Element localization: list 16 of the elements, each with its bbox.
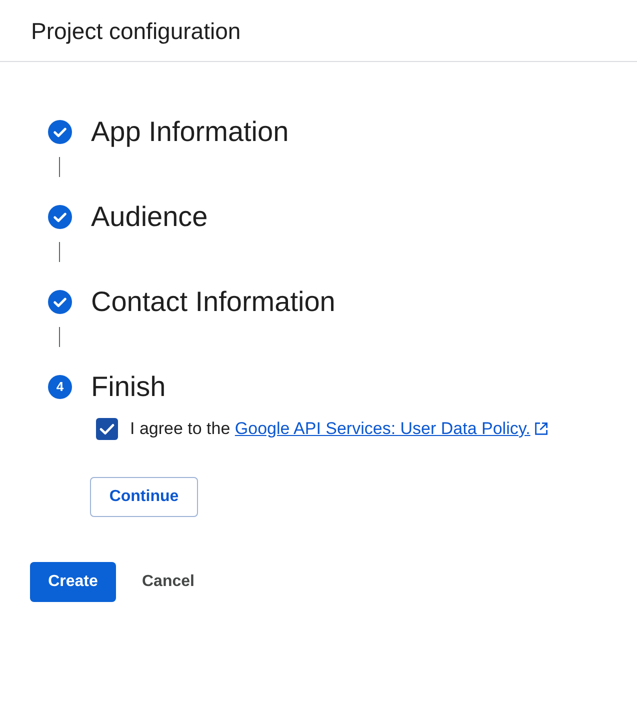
text-button[interactable]: Cancel: [126, 562, 210, 602]
step-title: Audience: [91, 200, 208, 234]
step-number: 4: [48, 375, 72, 399]
step-connector-line: [59, 327, 60, 347]
step-title: Contact Information: [91, 285, 336, 319]
checkbox[interactable]: [96, 418, 118, 440]
page-title: Project configuration: [31, 16, 241, 44]
step-title: Finish: [91, 370, 166, 404]
step-title: App Information: [91, 115, 289, 149]
primary-button[interactable]: Create: [30, 562, 116, 602]
step-connector-line: [59, 242, 60, 262]
step-connector-line: [59, 157, 60, 177]
agreement-text: I agree to the Google API Services: User Data Policy.: [130, 418, 530, 440]
continue-button[interactable]: Continue: [90, 477, 198, 517]
policy-link[interactable]: Google API Services: User Data Policy.: [234, 419, 530, 438]
external-link-icon: [534, 422, 548, 436]
